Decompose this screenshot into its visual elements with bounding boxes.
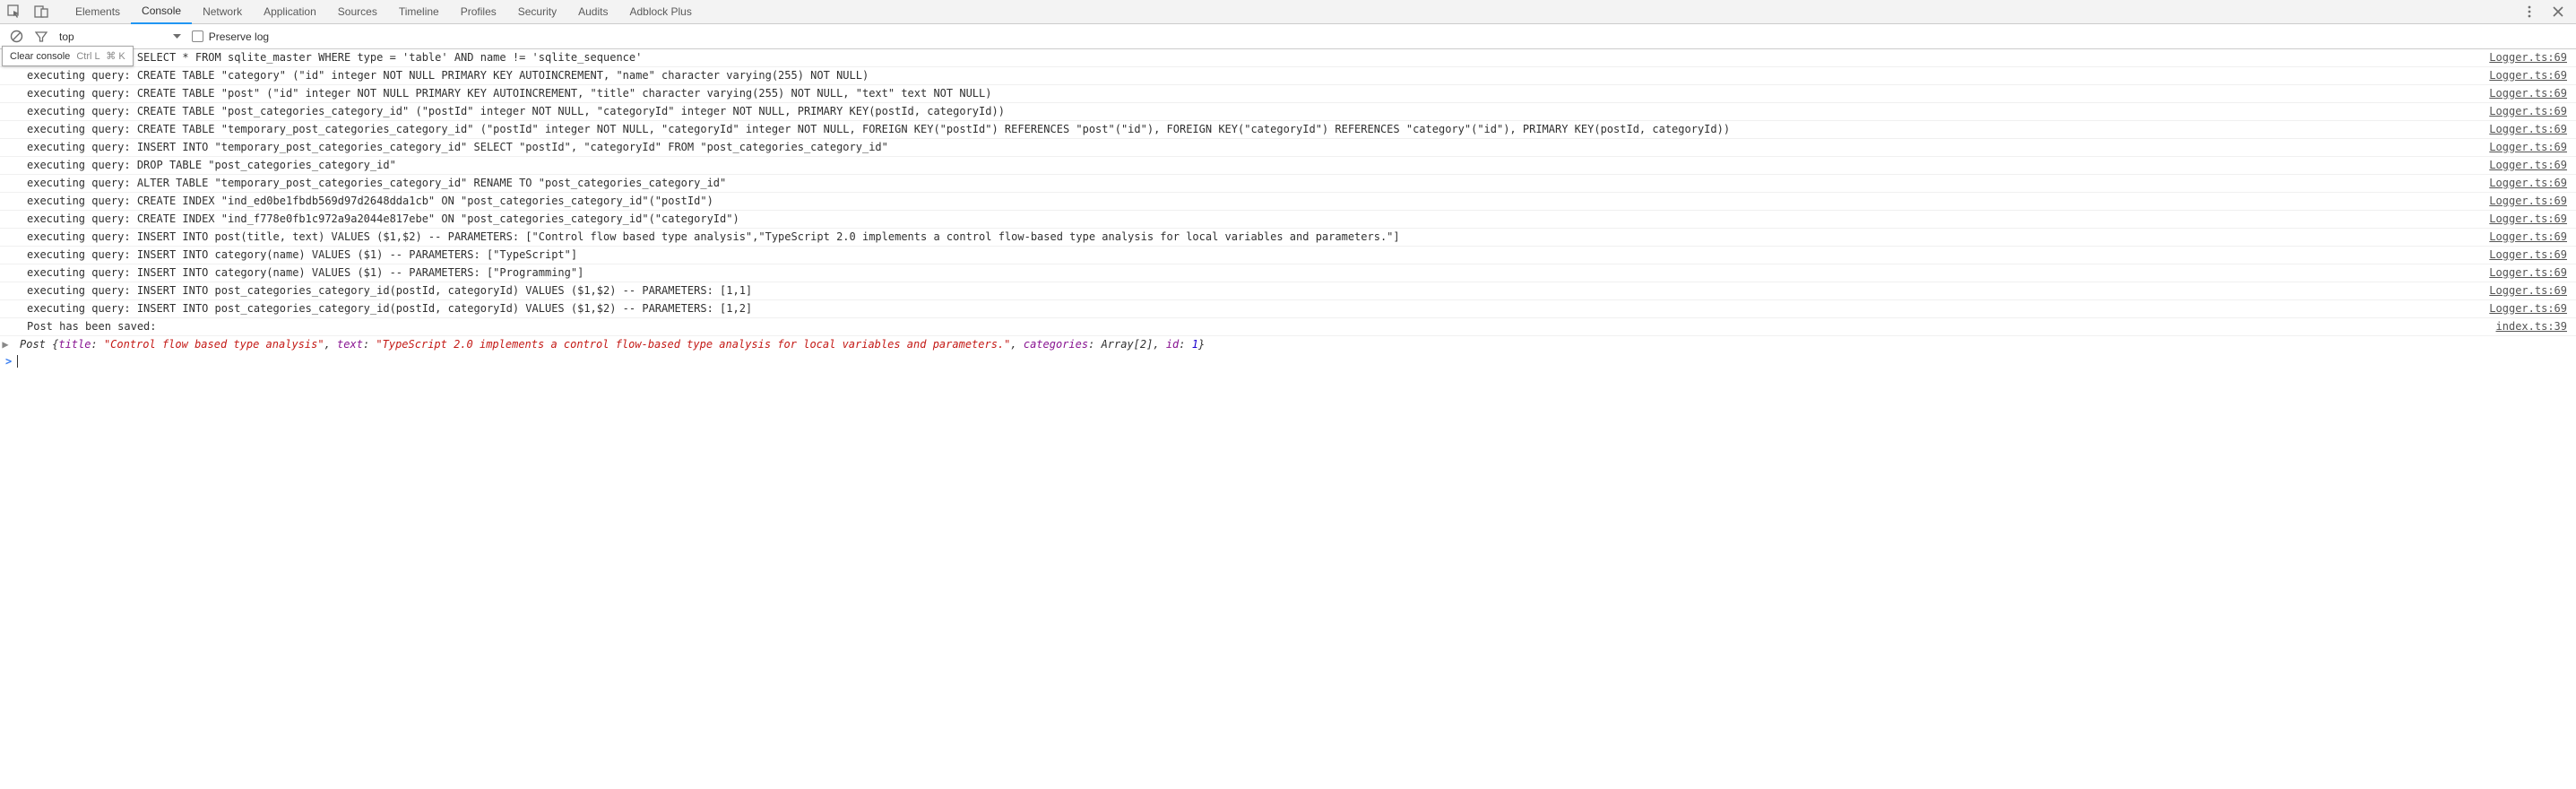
- clear-console-icon[interactable]: [9, 30, 23, 44]
- device-mode-icon[interactable]: [34, 4, 48, 19]
- tooltip-shortcut1: Ctrl L: [76, 51, 99, 62]
- log-source-link[interactable]: index.ts:39: [2487, 319, 2576, 334]
- context-selector[interactable]: top: [59, 30, 181, 43]
- log-message: Post has been saved:: [0, 319, 2487, 334]
- log-message: executing query: ALTER TABLE "temporary_…: [0, 176, 2480, 191]
- log-message: executing query: CREATE TABLE "post" ("i…: [0, 86, 2480, 101]
- log-row: executing query: INSERT INTO post_catego…: [0, 282, 2576, 300]
- devtools-toolbar: ElementsConsoleNetworkApplicationSources…: [0, 0, 2576, 24]
- chevron-down-icon: [173, 34, 181, 39]
- log-source-link[interactable]: Logger.ts:69: [2480, 283, 2576, 299]
- object-preview[interactable]: Post {title: "Control flow based type an…: [11, 337, 1205, 352]
- tooltip-label: Clear console: [10, 51, 70, 62]
- log-message: executing query: INSERT INTO "temporary_…: [0, 140, 2480, 155]
- log-source-link[interactable]: Logger.ts:69: [2480, 194, 2576, 209]
- log-source-link[interactable]: Logger.ts:69: [2480, 50, 2576, 65]
- log-row: executing query: INSERT INTO post_catego…: [0, 300, 2576, 318]
- tab-console[interactable]: Console: [131, 0, 192, 24]
- log-source-link[interactable]: Logger.ts:69: [2480, 230, 2576, 245]
- tab-security[interactable]: Security: [507, 0, 567, 24]
- log-message: executing query: INSERT INTO post_catego…: [0, 301, 2480, 316]
- clear-console-tooltip: Clear console Ctrl L ⌘ K: [2, 46, 134, 66]
- inspect-icon[interactable]: [7, 4, 22, 19]
- tab-elements[interactable]: Elements: [65, 0, 131, 24]
- text-cursor: [17, 355, 18, 368]
- log-source-link[interactable]: Logger.ts:69: [2480, 212, 2576, 227]
- preserve-log-label: Preserve log: [209, 30, 269, 43]
- toolbar-left: [4, 4, 48, 19]
- object-preview-row: ▶ Post {title: "Control flow based type …: [0, 336, 2576, 353]
- log-source-link[interactable]: Logger.ts:69: [2480, 122, 2576, 137]
- log-row: executing query: SELECT * FROM sqlite_ma…: [0, 49, 2576, 67]
- log-message: executing query: CREATE TABLE "post_cate…: [0, 104, 2480, 119]
- log-row: executing query: INSERT INTO "temporary_…: [0, 139, 2576, 157]
- log-row: executing query: CREATE INDEX "ind_f778e…: [0, 211, 2576, 229]
- prop-val: Array[2]: [1102, 338, 1154, 351]
- tab-adblock-plus[interactable]: Adblock Plus: [618, 0, 702, 24]
- checkbox-icon: [192, 30, 203, 42]
- preserve-log-checkbox[interactable]: Preserve log: [192, 30, 269, 43]
- tab-audits[interactable]: Audits: [567, 0, 618, 24]
- log-message: executing query: INSERT INTO post(title,…: [0, 230, 2480, 245]
- log-message: executing query: CREATE TABLE "category"…: [0, 68, 2480, 83]
- console-subbar: top Preserve log Clear console Ctrl L ⌘ …: [0, 24, 2576, 49]
- log-message: executing query: CREATE INDEX "ind_ed0be…: [0, 194, 2480, 209]
- log-row: executing query: INSERT INTO category(na…: [0, 264, 2576, 282]
- log-row: executing query: CREATE TABLE "post_cate…: [0, 103, 2576, 121]
- log-row: executing query: INSERT INTO category(na…: [0, 247, 2576, 264]
- tab-sources[interactable]: Sources: [327, 0, 388, 24]
- expand-arrow-icon[interactable]: ▶: [0, 337, 11, 352]
- tab-network[interactable]: Network: [192, 0, 253, 24]
- log-message: executing query: CREATE INDEX "ind_f778e…: [0, 212, 2480, 227]
- log-row: executing query: DROP TABLE "post_catego…: [0, 157, 2576, 175]
- log-row: executing query: CREATE INDEX "ind_ed0be…: [0, 193, 2576, 211]
- log-source-link[interactable]: Logger.ts:69: [2480, 176, 2576, 191]
- tooltip-shortcut2: ⌘ K: [106, 51, 125, 62]
- log-source-link[interactable]: Logger.ts:69: [2480, 68, 2576, 83]
- console-prompt[interactable]: >: [0, 353, 2576, 369]
- prop-key: title: [58, 338, 91, 351]
- filter-icon[interactable]: [34, 30, 48, 44]
- log-message: executing query: SELECT * FROM sqlite_ma…: [0, 50, 2480, 65]
- console-log-area: executing query: SELECT * FROM sqlite_ma…: [0, 49, 2576, 336]
- log-row: executing query: INSERT INTO post(title,…: [0, 229, 2576, 247]
- prop-val: 1: [1192, 338, 1198, 351]
- context-label: top: [59, 30, 74, 43]
- log-source-link[interactable]: Logger.ts:69: [2480, 104, 2576, 119]
- log-message: executing query: INSERT INTO category(na…: [0, 247, 2480, 263]
- prop-key: text: [337, 338, 363, 351]
- close-icon[interactable]: [2551, 4, 2565, 19]
- log-row: executing query: ALTER TABLE "temporary_…: [0, 175, 2576, 193]
- log-message: executing query: INSERT INTO post_catego…: [0, 283, 2480, 299]
- log-message: executing query: CREATE TABLE "temporary…: [0, 122, 2480, 137]
- prop-key: id: [1166, 338, 1179, 351]
- log-message: executing query: INSERT INTO category(na…: [0, 265, 2480, 281]
- log-row: executing query: CREATE TABLE "post" ("i…: [0, 85, 2576, 103]
- kebab-icon[interactable]: [2522, 4, 2537, 19]
- tab-application[interactable]: Application: [253, 0, 327, 24]
- prop-key: categories: [1024, 338, 1088, 351]
- prop-val: "TypeScript 2.0 implements a control flo…: [376, 338, 1010, 351]
- log-message: executing query: DROP TABLE "post_catego…: [0, 158, 2480, 173]
- log-source-link[interactable]: Logger.ts:69: [2480, 247, 2576, 263]
- toolbar-right: [2522, 4, 2572, 19]
- log-source-link[interactable]: Logger.ts:69: [2480, 86, 2576, 101]
- log-source-link[interactable]: Logger.ts:69: [2480, 301, 2576, 316]
- toolbar-tabs: ElementsConsoleNetworkApplicationSources…: [65, 0, 703, 24]
- log-source-link[interactable]: Logger.ts:69: [2480, 158, 2576, 173]
- log-source-link[interactable]: Logger.ts:69: [2480, 265, 2576, 281]
- log-row: executing query: CREATE TABLE "temporary…: [0, 121, 2576, 139]
- log-row: Post has been saved:index.ts:39: [0, 318, 2576, 336]
- tab-profiles[interactable]: Profiles: [450, 0, 507, 24]
- object-class: Post: [20, 338, 46, 351]
- prop-val: "Control flow based type analysis": [104, 338, 324, 351]
- tab-timeline[interactable]: Timeline: [388, 0, 450, 24]
- log-row: executing query: CREATE TABLE "category"…: [0, 67, 2576, 85]
- log-source-link[interactable]: Logger.ts:69: [2480, 140, 2576, 155]
- prompt-caret-icon: >: [5, 355, 12, 368]
